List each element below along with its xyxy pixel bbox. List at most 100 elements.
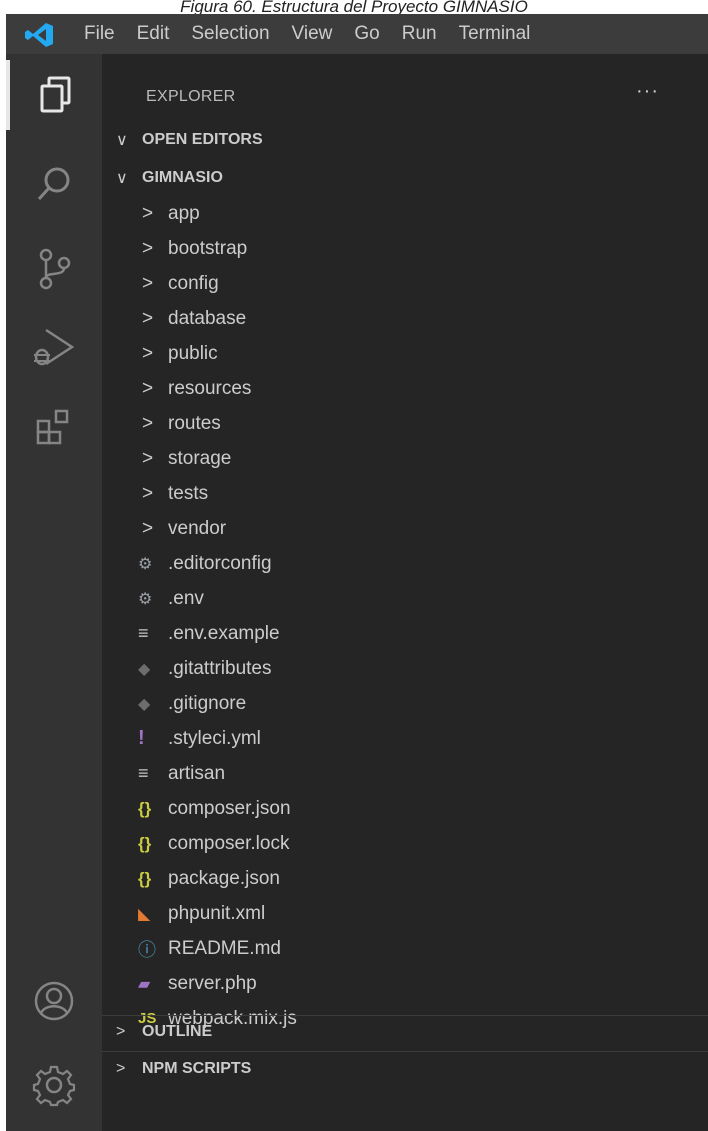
- search-icon[interactable]: [6, 149, 102, 219]
- file-item[interactable]: ⓘ README.md: [102, 931, 708, 966]
- file-item[interactable]: {} package.json: [102, 861, 708, 896]
- vscode-window: File Edit Selection View Go Run Terminal: [6, 14, 708, 1131]
- folder-storage[interactable]: > storage: [102, 441, 708, 476]
- npm-scripts-label: NPM SCRIPTS: [142, 1060, 252, 1077]
- chevron-down-icon: ∨: [116, 132, 128, 149]
- file-item[interactable]: ▰ server.php: [102, 966, 708, 1001]
- chevron-right-icon: >: [142, 307, 154, 329]
- account-icon[interactable]: [6, 966, 102, 1036]
- run-debug-icon[interactable]: [6, 312, 102, 382]
- folder-label: tests: [168, 482, 209, 504]
- folder-public[interactable]: > public: [102, 336, 708, 371]
- exclamation-icon: !: [138, 727, 145, 749]
- section-divider: [102, 1015, 708, 1016]
- chevron-right-icon: >: [142, 482, 154, 504]
- settings-gear-icon[interactable]: [6, 1050, 102, 1120]
- folder-routes[interactable]: > routes: [102, 406, 708, 441]
- outline-header[interactable]: > OUTLINE: [116, 1017, 212, 1047]
- file-label: package.json: [168, 867, 280, 889]
- file-item[interactable]: ⚙ .env: [102, 581, 708, 616]
- file-label: .env: [168, 587, 204, 609]
- file-item[interactable]: {} composer.lock: [102, 826, 708, 861]
- file-item[interactable]: ⚙ .editorconfig: [102, 546, 708, 581]
- lines-icon: ≡: [138, 763, 149, 783]
- file-label: .gitattributes: [168, 657, 272, 679]
- menu-run[interactable]: Run: [402, 23, 437, 45]
- chevron-right-icon: >: [142, 517, 154, 539]
- menu-view[interactable]: View: [292, 23, 333, 45]
- file-item[interactable]: ≡ artisan: [102, 756, 708, 791]
- extensions-icon[interactable]: [6, 392, 102, 462]
- file-item[interactable]: ◆ .gitignore: [102, 686, 708, 721]
- open-editors-header[interactable]: ∨ OPEN EDITORS: [116, 124, 263, 156]
- chevron-right-icon: >: [116, 1023, 126, 1040]
- menu-file[interactable]: File: [84, 23, 115, 45]
- folder-vendor[interactable]: > vendor: [102, 511, 708, 546]
- file-item[interactable]: ! .styleci.yml: [102, 721, 708, 756]
- folder-label: database: [168, 307, 247, 329]
- source-control-icon[interactable]: [6, 234, 102, 304]
- chevron-right-icon: >: [142, 237, 154, 259]
- braces-icon: {}: [138, 798, 152, 818]
- activity-bar: [6, 54, 102, 1131]
- file-label: .editorconfig: [168, 552, 272, 574]
- menu-edit[interactable]: Edit: [137, 23, 170, 45]
- folder-label: storage: [168, 447, 232, 469]
- file-item[interactable]: ◆ .gitattributes: [102, 651, 708, 686]
- file-label: artisan: [168, 762, 226, 784]
- braces-icon: {}: [138, 833, 152, 853]
- explorer-sidebar: EXPLORER ··· ∨ OPEN EDITORS ∨ GIMNASIO >…: [102, 54, 708, 1131]
- gear-icon: ⚙: [138, 590, 153, 608]
- chevron-right-icon: >: [142, 342, 154, 364]
- diamond-icon: ◆: [138, 695, 151, 713]
- chevron-right-icon: >: [142, 202, 154, 224]
- menu-terminal[interactable]: Terminal: [459, 23, 531, 45]
- file-label: phpunit.xml: [168, 902, 266, 924]
- folder-resources[interactable]: > resources: [102, 371, 708, 406]
- chevron-right-icon: >: [142, 447, 154, 469]
- chevron-right-icon: >: [142, 272, 154, 294]
- file-item[interactable]: ≡ .env.example: [102, 616, 708, 651]
- outline-label: OUTLINE: [142, 1023, 213, 1040]
- figure-caption: Figura 60. Estructura del Proyecto GIMNA…: [180, 0, 528, 14]
- explorer-title: EXPLORER: [146, 88, 236, 105]
- gear-icon: ⚙: [138, 555, 153, 573]
- rss-icon: ◣: [138, 905, 151, 923]
- file-label: server.php: [168, 972, 257, 994]
- folder-bootstrap[interactable]: > bootstrap: [102, 231, 708, 266]
- file-item[interactable]: {} composer.json: [102, 791, 708, 826]
- folder-database[interactable]: > database: [102, 301, 708, 336]
- menu-selection[interactable]: Selection: [191, 23, 269, 45]
- file-label: .env.example: [168, 622, 280, 644]
- file-label: composer.json: [168, 797, 291, 819]
- open-editors-label: OPEN EDITORS: [142, 131, 263, 148]
- more-actions-icon[interactable]: ···: [636, 80, 659, 103]
- vscode-logo-icon: [6, 14, 84, 54]
- folder-label: routes: [168, 412, 221, 434]
- diamond-icon: ◆: [138, 660, 151, 678]
- chevron-down-icon: ∨: [116, 170, 128, 187]
- section-divider: [102, 1051, 708, 1052]
- file-label: composer.lock: [168, 832, 290, 854]
- php-elephant-icon: ▰: [138, 975, 151, 993]
- folder-label: app: [168, 202, 200, 224]
- file-label: .styleci.yml: [168, 727, 261, 749]
- npm-scripts-header[interactable]: > NPM SCRIPTS: [116, 1054, 251, 1084]
- folder-label: resources: [168, 377, 252, 399]
- chevron-right-icon: >: [142, 412, 154, 434]
- folder-label: bootstrap: [168, 237, 248, 259]
- file-label: .gitignore: [168, 692, 247, 714]
- chevron-right-icon: >: [116, 1060, 126, 1077]
- folder-config[interactable]: > config: [102, 266, 708, 301]
- lines-icon: ≡: [138, 623, 149, 643]
- folder-app[interactable]: > app: [102, 196, 708, 231]
- folder-tests[interactable]: > tests: [102, 476, 708, 511]
- folder-label: vendor: [168, 517, 227, 539]
- menubar: File Edit Selection View Go Run Terminal: [6, 14, 708, 54]
- file-item[interactable]: ◣ phpunit.xml: [102, 896, 708, 931]
- project-folder-header[interactable]: ∨ GIMNASIO: [116, 162, 223, 194]
- folder-label: public: [168, 342, 218, 364]
- info-icon: ⓘ: [138, 939, 156, 960]
- menu-go[interactable]: Go: [354, 23, 379, 45]
- explorer-files-icon[interactable]: [6, 60, 102, 130]
